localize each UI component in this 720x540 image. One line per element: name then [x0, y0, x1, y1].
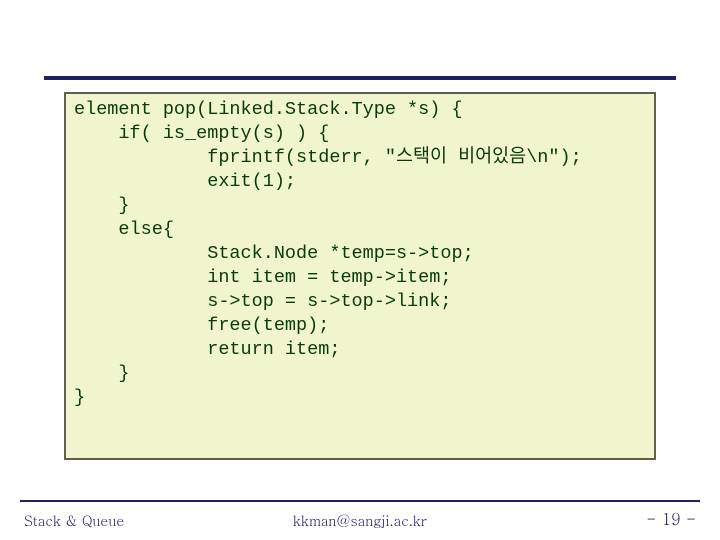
- title-rule: [44, 76, 676, 80]
- slide: element pop(Linked.Stack.Type *s) { if( …: [0, 0, 720, 540]
- footer: Stack & Queue kkman@sangji.ac.kr - 19 -: [0, 500, 720, 540]
- code-text: element pop(Linked.Stack.Type *s) { if( …: [74, 98, 646, 410]
- page-number: - 19 -: [646, 507, 696, 530]
- footer-rule: [20, 500, 700, 502]
- footer-center: kkman@sangji.ac.kr: [0, 510, 720, 530]
- code-block: element pop(Linked.Stack.Type *s) { if( …: [64, 92, 656, 460]
